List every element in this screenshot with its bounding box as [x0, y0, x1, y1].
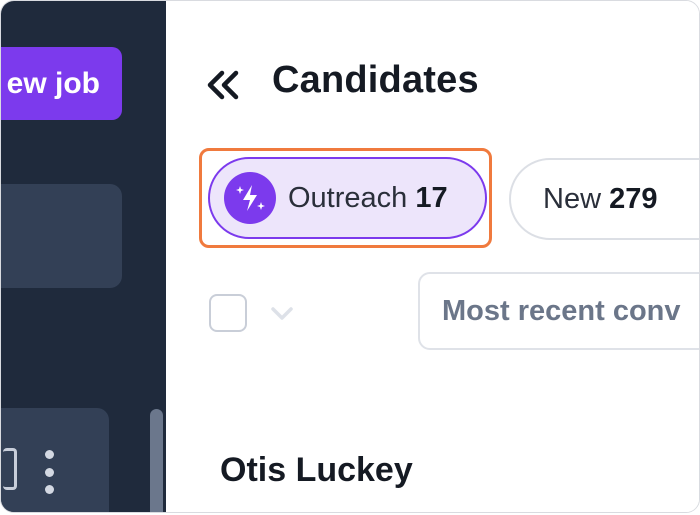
new-job-label: ew job	[6, 66, 100, 100]
sidebar-job-card[interactable]	[1, 408, 109, 512]
more-options-icon[interactable]	[43, 450, 55, 494]
sparkle-bolt-icon	[224, 172, 276, 224]
page-title: Candidates	[272, 59, 479, 101]
filter-outreach-count: 17	[415, 181, 448, 214]
filter-new-label: New	[543, 182, 602, 215]
filter-new-tab[interactable]: New 279	[509, 158, 699, 240]
sort-select[interactable]: Most recent conv	[418, 272, 699, 350]
main-content: Candidates Outreach 17 New 279 Most rece…	[166, 1, 699, 512]
filter-outreach-label: Outreach	[288, 181, 408, 214]
filter-outreach-tab[interactable]: Outreach 17	[208, 157, 487, 239]
filter-new-text: New 279	[543, 183, 657, 216]
sidebar-scrollbar[interactable]	[150, 409, 163, 512]
sidebar: ew job	[1, 1, 166, 512]
sidebar-panel[interactable]	[1, 184, 122, 288]
filter-new-count: 279	[609, 182, 658, 215]
new-job-button[interactable]: ew job	[1, 47, 122, 120]
chevron-down-icon[interactable]	[268, 301, 296, 325]
candidate-name[interactable]: Otis Luckey	[220, 451, 413, 490]
app-window: ew job Candidates Outreach 17 New 279 Mo…	[0, 0, 700, 513]
collapse-sidebar-icon[interactable]	[204, 65, 244, 105]
sort-select-value: Most recent conv	[442, 294, 681, 327]
card-edge-icon	[3, 448, 17, 490]
select-all-checkbox[interactable]	[209, 294, 247, 332]
filter-outreach-text: Outreach 17	[288, 182, 448, 215]
